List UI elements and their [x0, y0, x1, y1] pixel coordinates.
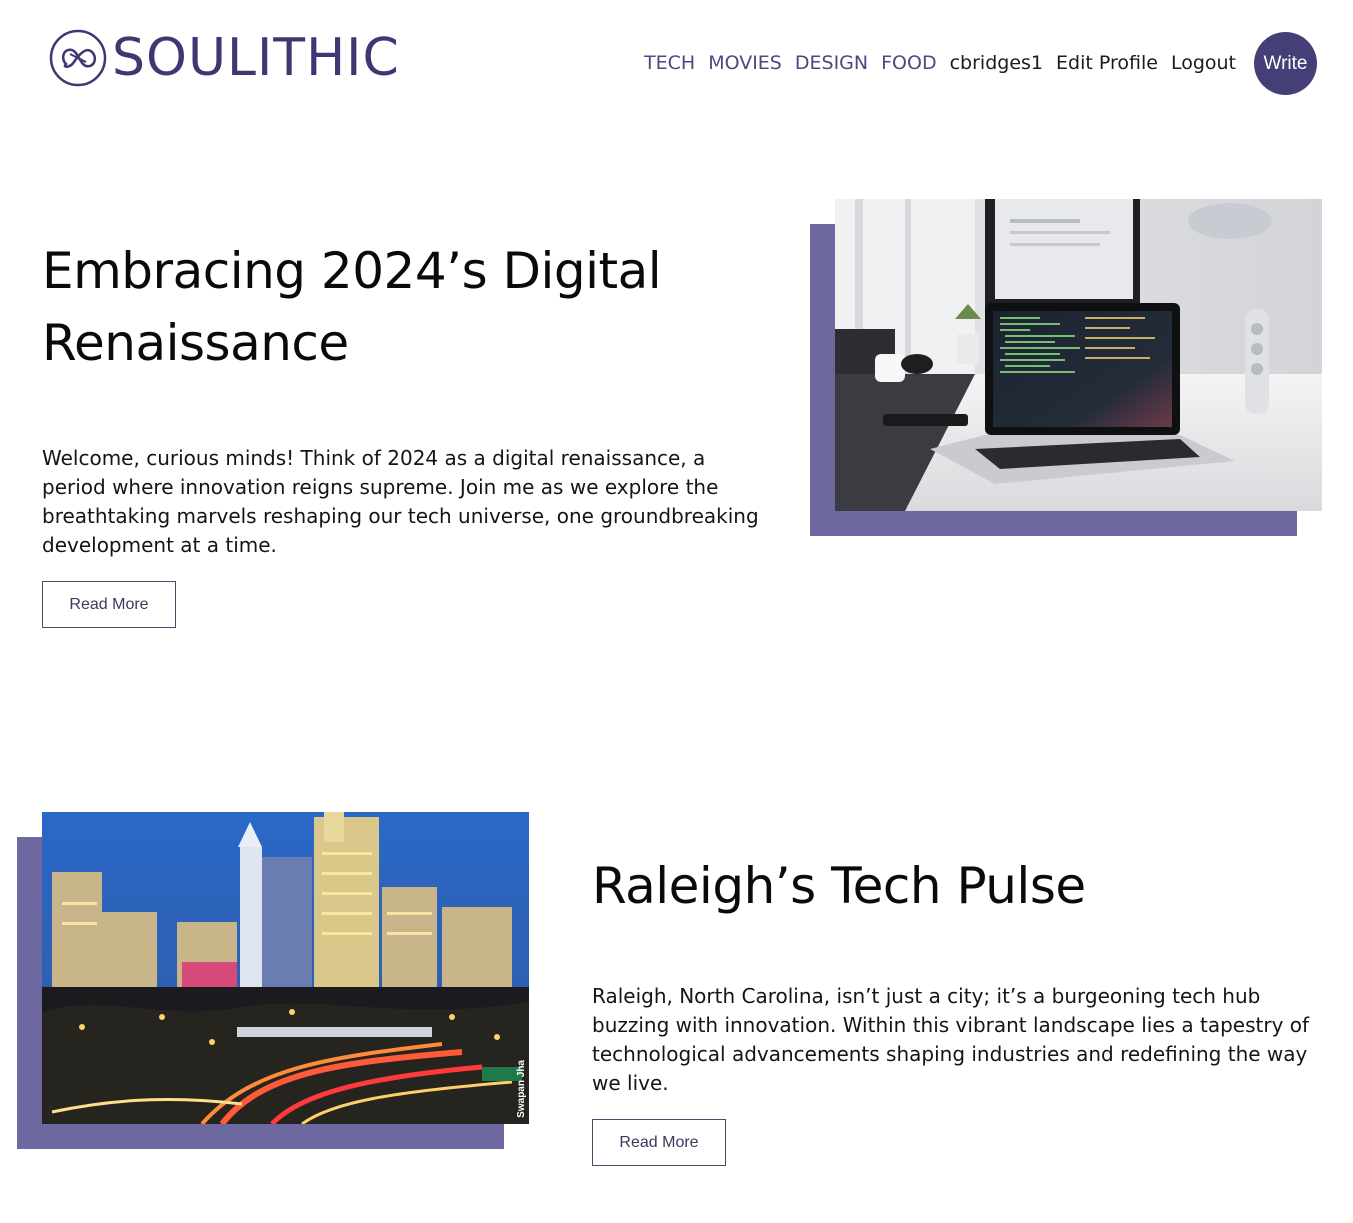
site-logo[interactable]: SOULITHIC: [48, 28, 400, 88]
main-nav: TECH MOVIES DESIGN FOOD cbridges1 Edit P…: [631, 32, 1317, 95]
nav-logout[interactable]: Logout: [1171, 32, 1236, 95]
site-header: SOULITHIC TECH MOVIES DESIGN FOOD cbridg…: [0, 0, 1353, 120]
nav-tech[interactable]: TECH: [644, 32, 695, 95]
post-1-image[interactable]: [835, 199, 1322, 511]
nav-edit-profile[interactable]: Edit Profile: [1056, 32, 1158, 95]
post-1-title[interactable]: Embracing 2024’s Digital Renaissance: [42, 235, 762, 379]
brand-name: SOULITHIC: [112, 28, 400, 88]
write-button[interactable]: Write: [1254, 32, 1317, 95]
infinity-logo-icon: [49, 29, 107, 87]
post-1-excerpt: Welcome, curious minds! Think of 2024 as…: [42, 446, 759, 557]
post-1-read-more-button[interactable]: Read More: [42, 581, 176, 628]
nav-food[interactable]: FOOD: [881, 32, 936, 95]
city-skyline-illustration: [42, 812, 529, 1124]
post-2-image-frame: Swapan Jha: [17, 812, 529, 1149]
nav-username[interactable]: cbridges1: [950, 32, 1043, 95]
post-2-excerpt: Raleigh, North Carolina, isn’t just a ci…: [592, 984, 1310, 1095]
post-2-image-credit: Swapan Jha: [516, 1060, 527, 1118]
nav-design[interactable]: DESIGN: [795, 32, 868, 95]
post-2-title[interactable]: Raleigh’s Tech Pulse: [592, 850, 1322, 922]
laptop-desk-illustration: [835, 199, 1322, 511]
post-2-image[interactable]: Swapan Jha: [42, 812, 529, 1124]
post-1-image-frame: [810, 199, 1322, 536]
post-2-read-more-button[interactable]: Read More: [592, 1119, 726, 1166]
post-2-text: Raleigh’s Tech Pulse Raleigh, North Caro…: [592, 850, 1322, 1166]
post-1-text: Embracing 2024’s Digital Renaissance Wel…: [42, 235, 762, 628]
nav-movies[interactable]: MOVIES: [708, 32, 782, 95]
